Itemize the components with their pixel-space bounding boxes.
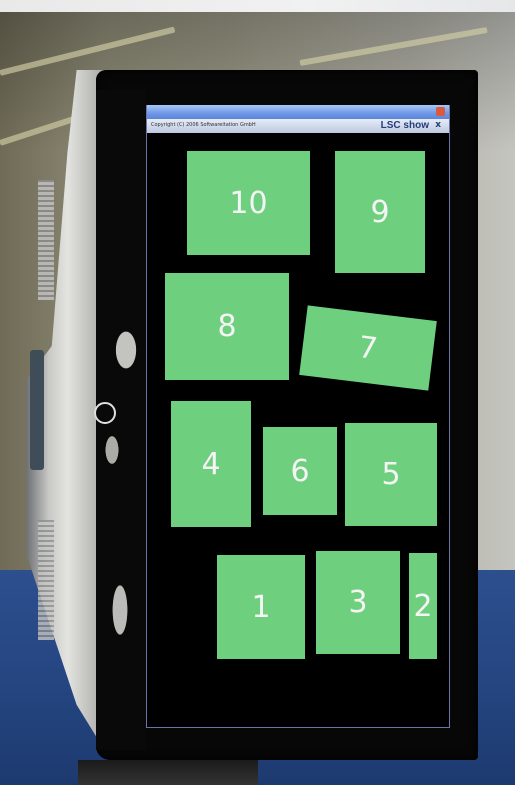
tile-3[interactable]: 3 bbox=[316, 551, 400, 654]
tile-number: 1 bbox=[251, 589, 271, 625]
tile-6[interactable]: 6 bbox=[263, 427, 337, 515]
copyright-text: Copyright (C) 2006 Softwareitation GmbH bbox=[151, 122, 256, 128]
tile-8[interactable]: 8 bbox=[165, 273, 289, 380]
tile-number: 6 bbox=[290, 453, 310, 489]
monitor-side-port bbox=[30, 350, 44, 470]
tile-10[interactable]: 10 bbox=[187, 151, 310, 255]
monitor-screen: Copyright (C) 2006 Softwareitation GmbH … bbox=[146, 105, 450, 728]
tile-5[interactable]: 5 bbox=[345, 423, 437, 526]
monitor-vent bbox=[38, 520, 54, 640]
tile-number: 4 bbox=[201, 446, 221, 482]
tile-number: 2 bbox=[413, 588, 433, 624]
tile-number: 8 bbox=[217, 309, 237, 344]
tile-number: 9 bbox=[370, 194, 390, 230]
window-titlebar bbox=[147, 105, 449, 119]
monitor-vent bbox=[38, 180, 54, 300]
monitor-stand bbox=[78, 760, 258, 785]
tile-number: 5 bbox=[381, 457, 401, 492]
window-menubar: Copyright (C) 2006 Softwareitation GmbH … bbox=[147, 119, 449, 133]
tile-4[interactable]: 4 bbox=[171, 401, 251, 527]
tile-2[interactable]: 2 bbox=[409, 553, 437, 659]
brand-label: LSC show bbox=[380, 120, 429, 131]
ceiling-light bbox=[0, 0, 515, 12]
power-button[interactable] bbox=[94, 402, 116, 424]
close-icon[interactable] bbox=[436, 107, 445, 116]
tile-number: 3 bbox=[348, 585, 368, 620]
tile-number: 7 bbox=[356, 329, 380, 367]
tile-7[interactable]: 7 bbox=[299, 305, 437, 391]
brand-close-icon[interactable]: x bbox=[435, 120, 441, 130]
tile-9[interactable]: 9 bbox=[335, 151, 425, 273]
tile-number: 10 bbox=[229, 185, 268, 221]
tile-1[interactable]: 1 bbox=[217, 555, 305, 659]
